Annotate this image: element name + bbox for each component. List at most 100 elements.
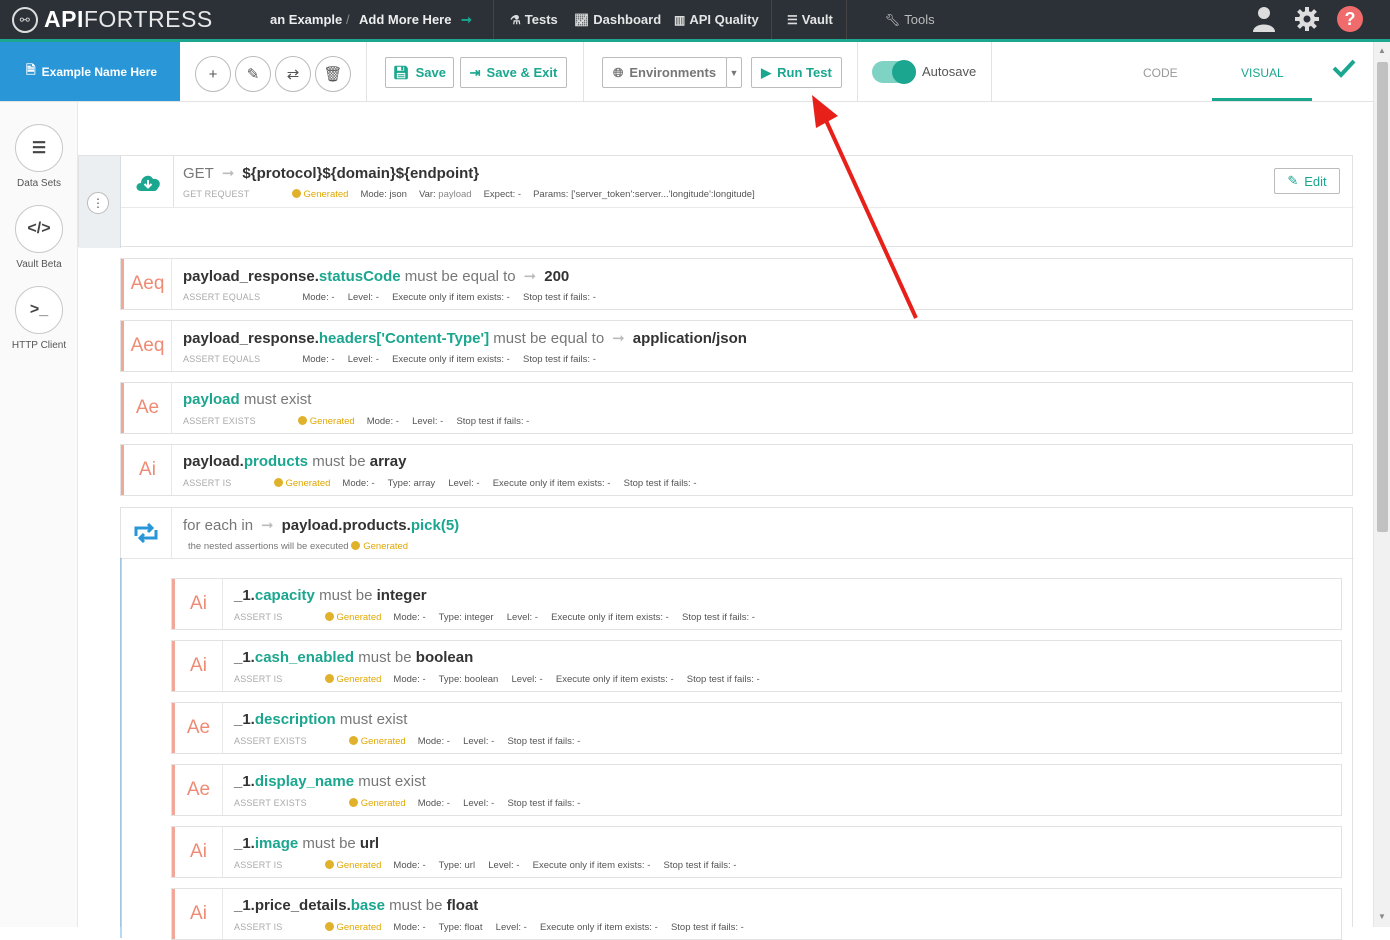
assertion-title: payload_response.headers['Content-Type']… (183, 329, 747, 347)
divider (366, 42, 367, 101)
assertion-path: _1.price_details. (234, 897, 351, 914)
assertion-row[interactable]: Ai _1.image must be url ASSERT IS Generated… (171, 826, 1342, 878)
tab-visual[interactable]: VISUAL (1241, 66, 1284, 80)
tab-code[interactable]: CODE (1143, 66, 1178, 80)
nav-vault[interactable]: ☰ Vault (787, 12, 833, 27)
assertion-row[interactable]: Ae _1.display_name must exist ASSERT EXIS… (171, 764, 1342, 816)
assertion-type-badge: Ai (172, 889, 223, 939)
assertion-key: cash_enabled (254, 649, 355, 666)
assertion-options: Mode: - Type: boolean Level: - Execute o… (393, 674, 760, 685)
nav-dashboard[interactable]: 📈︎ Dashboard (574, 12, 661, 27)
assertion-row[interactable]: Aeq payload_response.headers['Content-Typ… (120, 320, 1353, 372)
assertion-title: _1.capacity must be integer (234, 587, 427, 604)
assertion-meta: ASSERT IS Generated Mode: - Type: array Le… (183, 478, 697, 489)
save-button[interactable]: 💾︎ Save (385, 57, 454, 88)
autosave-toggle[interactable] (872, 60, 916, 84)
assertion-meta: ASSERT EQUALS Mode: - Level: - Execute on… (183, 292, 596, 303)
test-name-tab[interactable]: 🗎︎ Example Name Here (0, 42, 180, 101)
nav-tests[interactable]: ⚗ Tests (510, 12, 558, 27)
generated-label: Generated (303, 189, 349, 200)
sidebar-item-label: Data Sets (17, 178, 61, 189)
assertion-value: array (369, 453, 407, 470)
save-exit-label: Save & Exit (486, 65, 558, 80)
edit-button[interactable]: ✎ (235, 56, 271, 92)
scroll-down-icon[interactable]: ▼ (1378, 912, 1386, 921)
assertion-row[interactable]: Ai _1.capacity must be integer ASSERT IS Ge… (171, 578, 1342, 630)
generated-label: Generated (336, 860, 382, 871)
scrollbar-thumb[interactable] (1377, 62, 1388, 532)
request-handle: ⋮ (79, 156, 121, 248)
assertion-value: application/json (632, 330, 747, 347)
sidebar-item-data-sets[interactable]: ☰ Data Sets (0, 124, 78, 189)
request-method: GET (183, 165, 214, 182)
environments-label: Environments (629, 65, 717, 80)
delete-button[interactable]: 🗑︎ (315, 56, 351, 92)
more-options-icon[interactable]: ⋮ (87, 192, 109, 214)
assertion-verb: must be (302, 835, 356, 852)
get-request-card[interactable]: ⋮ GET ➞ ${protocol}${domain}${endpoint} GE… (78, 155, 1354, 248)
assertion-row[interactable]: Ae _1.description must exist ASSERT EXIST… (171, 702, 1342, 754)
arrow-right-icon: ➞ (221, 165, 235, 182)
environments-dropdown-button[interactable]: ▼ (726, 57, 742, 88)
request-title: GET ➞ ${protocol}${domain}${endpoint} (183, 164, 479, 182)
for-each-meta: the nested assertions will be executed G… (188, 541, 408, 552)
assertion-path: payload. (183, 453, 244, 470)
scroll-up-icon[interactable]: ▲ (1378, 46, 1386, 55)
exchange-icon: ⇄ (286, 66, 300, 83)
check-icon[interactable] (1332, 58, 1356, 83)
request-mode: Mode: json (360, 189, 407, 200)
save-exit-button[interactable]: ⇥ Save & Exit (460, 57, 567, 88)
apifortress-logo[interactable]: ⚯ API FORTRESS (12, 6, 213, 33)
sidebar-item-label: Vault Beta (16, 259, 62, 270)
run-test-button[interactable]: ▶ Run Test (751, 57, 842, 88)
assertion-value: float (446, 897, 479, 914)
assertion-options: Mode: - Type: url Level: - Execute only … (393, 860, 737, 871)
assertion-meta: ASSERT EXISTS Generated Mode: - Level: - S… (183, 416, 529, 427)
add-component-button[interactable]: + (195, 56, 231, 92)
sidebar-item-vault[interactable]: </> Vault Beta (0, 205, 78, 270)
nav-api-quality[interactable]: ▥ API Quality (674, 12, 759, 27)
assertion-value: integer (376, 587, 427, 604)
assertion-verb: must be equal to (404, 268, 516, 285)
assertion-type-badge: Ai (121, 445, 172, 495)
assertion-key: display_name (254, 773, 355, 790)
generated-label: Generated (336, 674, 382, 685)
assertion-type-badge: Ai (172, 641, 223, 691)
help-icon[interactable]: ? (1337, 6, 1363, 32)
assertion-row[interactable]: Ae payload must exist ASSERT EXISTS Genera… (120, 382, 1353, 434)
assertion-type-badge: Ae (172, 703, 223, 753)
sidebar-item-http-client[interactable]: >_ HTTP Client (0, 286, 78, 351)
assertion-row[interactable]: Ai payload.products must be array ASSERT I… (120, 444, 1353, 496)
gear-icon[interactable] (1294, 6, 1320, 32)
assertion-row[interactable]: Ai _1.cash_enabled must be boolean ASSERT … (171, 640, 1342, 692)
edit-request-button[interactable]: ✎ Edit (1274, 168, 1340, 194)
assertion-key: statusCode (318, 268, 401, 285)
assertion-title: _1.image must be url (234, 835, 379, 852)
generated-label: Generated (363, 541, 409, 552)
generated-label: Generated (360, 736, 406, 747)
assertion-verb: must be (358, 649, 412, 666)
assertion-key: base (350, 897, 385, 914)
environments-button[interactable]: 🌐︎ Environments (602, 57, 727, 88)
assertion-row[interactable]: Aeq payload_response.statusCode must be e… (120, 258, 1353, 310)
assertion-value: boolean (415, 649, 474, 666)
nav-tools-label: Tools (904, 12, 935, 27)
vertical-scrollbar[interactable]: ▲ ▼ (1373, 42, 1390, 927)
user-icon[interactable] (1251, 6, 1277, 32)
swap-button[interactable]: ⇄ (275, 56, 311, 92)
assertion-key: image (254, 835, 299, 852)
document-icon: 🗎︎ (26, 63, 36, 77)
wrench-icon: 🔧︎ (885, 12, 901, 27)
assertion-verb: must be equal to (493, 330, 605, 347)
assertion-row[interactable]: Ai _1.price_details.base must be float ASS… (171, 888, 1342, 940)
generated-dot-icon (273, 478, 283, 487)
assertion-caption: ASSERT EXISTS (234, 798, 307, 808)
nav-tools[interactable]: 🔧︎ Tools (885, 12, 935, 27)
generated-dot-icon (297, 416, 307, 425)
breadcrumb-project[interactable]: an Example (270, 12, 342, 27)
generated-label: Generated (336, 922, 382, 933)
assertion-options: Mode: - Level: - Execute only if item ex… (302, 354, 596, 365)
assertion-type-badge: Aeq (121, 321, 172, 371)
breadcrumb-add-more[interactable]: Add More Here (359, 12, 451, 27)
assertion-meta: ASSERT IS Generated Mode: - Type: boolean … (234, 674, 760, 685)
